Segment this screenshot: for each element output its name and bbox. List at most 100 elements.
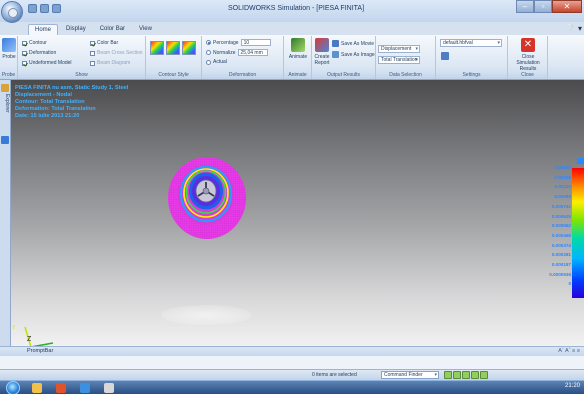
output-results-group-label: Output Results bbox=[312, 71, 375, 79]
deformation-checkbox[interactable]: Deformation bbox=[22, 50, 56, 56]
contour-checkbox[interactable]: Contour bbox=[22, 40, 47, 46]
start-button[interactable] bbox=[6, 381, 20, 394]
probe-icon bbox=[2, 38, 16, 52]
component-dropdown[interactable]: Total Translation bbox=[378, 56, 420, 64]
model-tree-icon[interactable] bbox=[1, 136, 9, 144]
selection-status: 0 items are selected bbox=[312, 372, 357, 378]
legend-value: 0 bbox=[568, 281, 571, 287]
save-icon[interactable] bbox=[28, 4, 37, 13]
normalize-field[interactable]: 25,04 mm bbox=[237, 49, 268, 56]
tab-color-bar[interactable]: Color Bar bbox=[94, 24, 131, 35]
beam-cross-section-checkbox[interactable]: Beam Cross Section bbox=[90, 50, 143, 56]
quick-access-toolbar bbox=[28, 4, 61, 13]
create-report-button[interactable]: Create Report bbox=[313, 38, 331, 66]
close-group: ✕ Close Simulation Results Close bbox=[508, 36, 548, 79]
animate-icon bbox=[291, 38, 305, 52]
close-results-icon: ✕ bbox=[521, 38, 535, 52]
contour-style-group: Contour Style bbox=[146, 36, 202, 79]
undeformed-model-checkbox[interactable]: Undeformed Model bbox=[22, 60, 72, 66]
data-selection-group: Displacement Total Translation Data Sele… bbox=[376, 36, 436, 79]
show-group-label: Show bbox=[18, 71, 145, 79]
settings-dropdown[interactable]: default.hbfval bbox=[440, 39, 502, 47]
3d-viewport[interactable]: PIESA FINITA nu asm, Static Study 1, Ste… bbox=[11, 80, 584, 346]
legend-color-bar bbox=[572, 168, 584, 298]
animate-button[interactable]: Animate bbox=[287, 38, 309, 60]
undeformed-model-check bbox=[22, 60, 27, 66]
info-line-date: Date: 15 iulie 2013 21:20 bbox=[15, 113, 80, 119]
close-group-label: Close bbox=[508, 71, 547, 79]
save-as-image-button[interactable]: Save As Image bbox=[332, 51, 375, 58]
info-line-contour: Contour: Total Translation bbox=[15, 99, 85, 105]
color-bar-checkbox[interactable]: Color Bar bbox=[90, 40, 118, 46]
info-line-result: Displacement - Nodal bbox=[15, 92, 72, 98]
maximize-button[interactable]: ▫ bbox=[534, 0, 552, 13]
triad-z-label: Z bbox=[27, 336, 32, 343]
prompt-bar-tools[interactable]: Aˇ Aˆ ≡ ≡ bbox=[558, 348, 580, 354]
deformation-label: Deformation bbox=[29, 50, 57, 56]
result-type-dropdown[interactable]: Displacement bbox=[378, 45, 420, 53]
side-panel: Explorer bbox=[0, 80, 11, 346]
settings-icon[interactable] bbox=[441, 52, 449, 60]
tab-display[interactable]: Display bbox=[60, 24, 92, 35]
undo-icon[interactable] bbox=[40, 4, 49, 13]
tab-view[interactable]: View bbox=[133, 24, 158, 35]
close-simulation-results-button[interactable]: ✕ Close Simulation Results bbox=[510, 38, 546, 72]
data-selection-group-label: Data Selection bbox=[376, 71, 435, 79]
percentage-field[interactable]: 10 bbox=[240, 39, 271, 46]
beam-diagram-checkbox[interactable]: Beam Diagram bbox=[90, 60, 130, 66]
save-as-movie-label: Save As Movie bbox=[341, 40, 375, 47]
status-bar: 0 items are selected Command Finder bbox=[0, 369, 584, 380]
beam-diagram-label: Beam Diagram bbox=[97, 60, 131, 66]
grid-icon[interactable] bbox=[453, 371, 461, 379]
legend-value: 0.000635 bbox=[551, 213, 571, 219]
contour-style-discrete-icon[interactable] bbox=[182, 41, 196, 55]
deformation-check bbox=[22, 50, 27, 56]
undeformed-model-label: Undeformed Model bbox=[29, 60, 72, 66]
contour-style-banded-icon[interactable] bbox=[166, 41, 180, 55]
command-finder-dropdown[interactable]: Command Finder bbox=[381, 371, 439, 379]
simulation-app-icon[interactable] bbox=[104, 383, 114, 393]
info-line-deformation: Deformation: Total Translation bbox=[15, 106, 96, 112]
window-title: SOLIDWORKS Simulation - [PIESA FINITA] bbox=[228, 5, 365, 12]
percentage-radio[interactable]: Percentage 10 bbox=[206, 39, 271, 46]
fea-model[interactable] bbox=[167, 155, 247, 240]
actual-radio[interactable]: Actual bbox=[206, 59, 227, 65]
legend-value: 0.000187 bbox=[551, 262, 571, 267]
percentage-radio-dot bbox=[206, 40, 211, 45]
settings-group: default.hbfval Settings bbox=[436, 36, 508, 79]
app-menu-button[interactable] bbox=[1, 1, 23, 23]
ortho-icon[interactable] bbox=[462, 371, 470, 379]
normalize-radio[interactable]: Normalize 25,04 mm bbox=[206, 49, 268, 56]
explorer-tab[interactable]: Explorer bbox=[1, 94, 10, 113]
status-toolbar bbox=[444, 371, 488, 379]
view-icon[interactable] bbox=[471, 371, 479, 379]
save-as-movie-button[interactable]: Save As Movie bbox=[332, 40, 374, 47]
color-bar-label: Color Bar bbox=[97, 40, 119, 46]
ribbon-tabs: Home Display Color Bar View bbox=[28, 24, 158, 35]
actual-radio-dot bbox=[206, 59, 211, 65]
window-controls: – ▫ ✕ bbox=[516, 0, 582, 13]
legend-cap bbox=[577, 158, 584, 164]
redo-icon[interactable] bbox=[52, 4, 61, 13]
legend-value: 0.00135 bbox=[554, 165, 571, 170]
animate-group: Animate Animate bbox=[284, 36, 312, 79]
tab-home[interactable]: Home bbox=[28, 24, 59, 35]
help-icon[interactable]: ❔ ▾ bbox=[566, 24, 582, 33]
save-as-image-label: Save As Image bbox=[341, 51, 375, 58]
explorer-icon[interactable] bbox=[1, 84, 9, 92]
title-bar: SOLIDWORKS Simulation - [PIESA FINITA] –… bbox=[0, 0, 584, 23]
browser-app-icon[interactable] bbox=[80, 383, 90, 393]
contour-label: Contour bbox=[29, 40, 47, 46]
media-app-icon[interactable] bbox=[56, 383, 66, 393]
snap-icon[interactable] bbox=[444, 371, 452, 379]
close-window-button[interactable]: ✕ bbox=[552, 0, 582, 13]
taskbar-apps bbox=[32, 383, 114, 393]
minimize-button[interactable]: – bbox=[516, 0, 534, 13]
explorer-app-icon[interactable] bbox=[32, 383, 42, 393]
show-group: Contour Deformation Undeformed Model Col… bbox=[18, 36, 146, 79]
layer-icon[interactable] bbox=[480, 371, 488, 379]
probe-button[interactable]: Probe bbox=[2, 38, 16, 60]
actual-label: Actual bbox=[213, 59, 227, 65]
prompt-bar-title: PromptBar bbox=[0, 347, 584, 356]
contour-style-smooth-icon[interactable] bbox=[150, 41, 164, 55]
